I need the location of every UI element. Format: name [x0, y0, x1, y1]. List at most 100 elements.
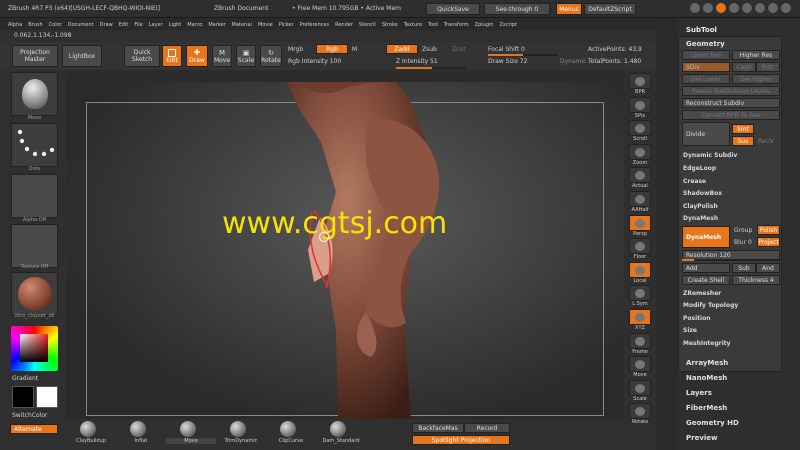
layout-icon[interactable] [703, 3, 713, 13]
thickness-slider[interactable]: Thickness 4 [732, 275, 780, 285]
dam-standard-brush-icon[interactable] [330, 421, 346, 437]
preview-header[interactable]: Preview [682, 431, 782, 445]
menu-preferences[interactable]: Preferences [300, 22, 329, 28]
menu-macro[interactable]: Macro [187, 22, 202, 28]
frame-button[interactable] [629, 332, 651, 349]
geometry-hd-header[interactable]: Geometry HD [682, 416, 782, 430]
modify-topology-header[interactable]: Modify Topology [680, 300, 780, 311]
claybuildup-brush-icon[interactable] [80, 421, 96, 437]
dynamesh-button[interactable]: DynaMesh [682, 226, 730, 248]
menu-stencil[interactable]: Stencil [359, 22, 376, 28]
project-toggle[interactable]: Project [757, 237, 780, 247]
inflat-brush-icon[interactable] [130, 421, 146, 437]
dynamesh-header[interactable]: DynaMesh [680, 213, 780, 224]
bpr-button[interactable] [629, 73, 651, 89]
xyz-button[interactable] [629, 309, 651, 325]
trimdynamic-brush-icon[interactable] [230, 421, 246, 437]
menu-picker[interactable]: Picker [279, 22, 294, 28]
viewport-canvas[interactable]: www.cgtsj.com [66, 82, 624, 419]
refresh-icon[interactable] [742, 3, 752, 13]
reuv-button[interactable]: ReUV [758, 138, 774, 145]
projection-master-button[interactable]: Projection Master [12, 45, 58, 67]
quicksave-button[interactable]: QuickSave [426, 3, 480, 15]
menu-document[interactable]: Document [68, 22, 94, 28]
maximize-icon[interactable] [768, 3, 778, 13]
zoom-button[interactable] [629, 143, 651, 160]
floor-button[interactable] [629, 238, 651, 255]
trimdynamic-brush-label[interactable]: TrimDynamic [216, 438, 266, 444]
shadowbox-header[interactable]: ShadowBox [680, 188, 780, 199]
move-brush-icon[interactable] [180, 421, 196, 437]
local-button[interactable] [629, 261, 651, 278]
menu-zplugin[interactable]: Zplugin [475, 22, 494, 28]
del-higher-button[interactable]: Del Higher [732, 74, 780, 84]
sdiv-slider[interactable]: SDiv [682, 62, 730, 72]
menu-texture[interactable]: Texture [404, 22, 422, 28]
rotate-button[interactable]: ↻ Rotate [260, 45, 282, 67]
crease-header[interactable]: Crease [680, 176, 780, 187]
spotlight-projection-button[interactable]: Spotlight Projection [412, 435, 510, 445]
inflat-brush-label[interactable]: Inflat [116, 438, 166, 444]
group-toggle[interactable]: Group [734, 227, 752, 234]
and-button[interactable]: And [756, 263, 780, 273]
gradient-label[interactable]: Gradient [12, 375, 38, 382]
record-button[interactable]: Record [464, 423, 510, 433]
layers-header[interactable]: Layers [682, 386, 782, 400]
aahalf-button[interactable] [629, 191, 651, 207]
menu-render[interactable]: Render [335, 22, 353, 28]
clipcurve-brush-icon[interactable] [280, 421, 296, 437]
create-shell-button[interactable]: Create Shell [682, 275, 730, 285]
menu-marker[interactable]: Marker [208, 22, 225, 28]
menu-movie[interactable]: Movie [258, 22, 273, 28]
menu-layer[interactable]: Layer [149, 22, 163, 28]
panel-divider[interactable] [656, 18, 678, 450]
polish-toggle[interactable]: Polish [757, 225, 780, 235]
fibermesh-header[interactable]: FiberMesh [682, 401, 782, 415]
dynamic-subdiv-header[interactable]: Dynamic Subdiv [680, 150, 780, 161]
rgb-intensity-slider[interactable]: Rgb Intensity 100 [288, 58, 341, 65]
draw-size-slider[interactable]: Draw Size 72 [488, 58, 527, 65]
menu-tool[interactable]: Tool [428, 22, 438, 28]
menu-zscript[interactable]: Zscript [500, 22, 517, 28]
switch-color-button[interactable]: SwitchColor [12, 412, 48, 419]
menu-transform[interactable]: Transform [444, 22, 469, 28]
spix-button[interactable] [629, 96, 651, 113]
smt-toggle[interactable]: Smt [732, 124, 754, 134]
alpha-slot[interactable] [11, 174, 58, 218]
dam-standard-brush-label[interactable]: Dam_Standard [316, 438, 366, 444]
menu-stroke[interactable]: Stroke [382, 22, 398, 28]
lsym-button[interactable] [629, 285, 651, 302]
menu-file[interactable]: File [134, 22, 142, 28]
menu-color[interactable]: Color [49, 22, 62, 28]
lower-res-button[interactable]: Lower Res [682, 50, 730, 60]
menu-material[interactable]: Material [232, 22, 252, 28]
persp-button[interactable] [629, 214, 651, 231]
brush-slot[interactable] [11, 72, 58, 116]
move-brush-label[interactable]: Move [166, 438, 216, 444]
move-button[interactable] [629, 356, 651, 373]
scale-button[interactable]: ▣ Scale [236, 45, 256, 67]
close-icon[interactable] [781, 3, 791, 13]
cage-button[interactable]: Cage [732, 62, 756, 72]
subtool-header[interactable]: SubTool [686, 26, 717, 34]
geometry-header[interactable]: Geometry [682, 37, 782, 51]
backface-mask-button[interactable]: BackfaceMas [412, 423, 464, 433]
m-button[interactable]: M [352, 46, 357, 53]
color-icon[interactable] [716, 3, 726, 13]
size-header[interactable]: Size [680, 325, 780, 336]
claybuildup-brush-label[interactable]: ClayBuildup [66, 438, 116, 444]
edgeloop-header[interactable]: EdgeLoop [680, 163, 780, 174]
menu-edit[interactable]: Edit [119, 22, 129, 28]
minimize-icon[interactable] [755, 3, 765, 13]
sub-button[interactable]: Sub [732, 263, 756, 273]
suv-toggle[interactable]: Suv [732, 136, 754, 146]
zcut-button[interactable]: Zcut [452, 46, 466, 53]
nanomesh-header[interactable]: NanoMesh [682, 371, 782, 385]
zadd-button[interactable]: Zadd [386, 44, 418, 54]
lightbox-button[interactable]: LightBox [62, 45, 102, 67]
clipcurve-brush-label[interactable]: ClipCurve [266, 438, 316, 444]
focal-shift-slider[interactable]: Focal Shift 0 [488, 46, 525, 53]
quick-sketch-button[interactable]: Quick Sketch [124, 45, 160, 67]
reconstruct-subdiv-button[interactable]: Reconstruct Subdiv [682, 98, 780, 108]
meshintegrity-header[interactable]: MeshIntegrity [680, 338, 780, 349]
